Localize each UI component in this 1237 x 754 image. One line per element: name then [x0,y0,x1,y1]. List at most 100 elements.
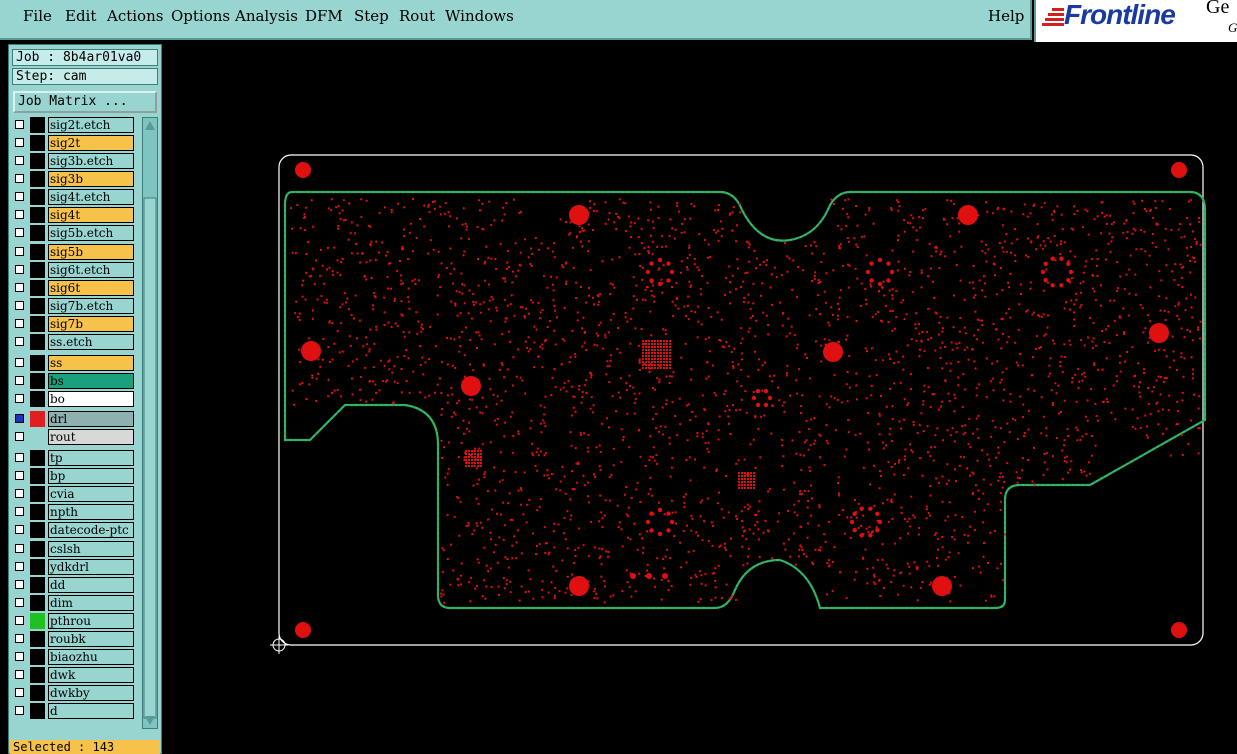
layer-row[interactable]: dd [13,577,135,593]
layer-checkbox[interactable] [15,432,24,441]
layer-checkbox[interactable] [15,358,24,367]
layer-color-swatch[interactable] [30,486,45,502]
menu-actions[interactable]: Actions [107,7,163,25]
menu-file[interactable]: File [23,7,52,25]
layer-checkbox[interactable] [15,580,24,589]
layer-name[interactable]: sig3b [48,171,134,187]
layer-checkbox[interactable] [15,301,24,310]
layer-name[interactable]: sig3b.etch [48,153,134,169]
layer-name[interactable]: d [48,703,134,719]
layer-color-swatch[interactable] [30,171,45,187]
layer-color-swatch[interactable] [30,280,45,296]
layer-color-swatch[interactable] [30,298,45,314]
layer-color-swatch[interactable] [30,207,45,223]
layer-name[interactable]: cvia [48,486,134,502]
layer-checkbox[interactable] [15,376,24,385]
layer-checkbox[interactable] [15,453,24,462]
layer-name[interactable]: pthrou [48,613,134,629]
layer-checkbox[interactable] [15,507,24,516]
layer-name[interactable]: sig5b [48,244,134,260]
layer-color-swatch[interactable] [30,373,45,389]
layer-color-swatch[interactable] [30,595,45,611]
layer-row[interactable]: biaozhu [13,649,135,665]
layer-name[interactable]: bo [48,391,134,407]
layer-row[interactable]: ss.etch [13,334,135,350]
layer-color-swatch[interactable] [30,244,45,260]
layer-color-swatch[interactable] [30,316,45,332]
layer-checkbox[interactable] [15,598,24,607]
layer-color-swatch[interactable] [30,117,45,133]
layer-name[interactable]: roubk [48,631,134,647]
layer-row[interactable]: tp [13,450,135,466]
layer-color-swatch[interactable] [30,262,45,278]
layer-checkbox[interactable] [15,337,24,346]
menu-step[interactable]: Step [354,7,389,25]
layer-checkbox[interactable] [15,192,24,201]
layer-color-swatch[interactable] [30,703,45,719]
layer-color-swatch[interactable] [30,504,45,520]
layer-row[interactable]: sig3b [13,171,135,187]
layer-row[interactable]: sig4t [13,207,135,223]
layer-row[interactable]: cvia [13,486,135,502]
menu-options[interactable]: Options [171,7,230,25]
layer-name[interactable]: sig5b.etch [48,225,134,241]
layer-checkbox[interactable] [15,616,24,625]
layer-row[interactable]: sig6t [13,280,135,296]
layer-row[interactable]: bp [13,468,135,484]
layer-row[interactable]: dim [13,595,135,611]
layer-name[interactable]: dwkby [48,685,134,701]
layer-name[interactable]: sig2t [48,135,134,151]
layer-checkbox[interactable] [15,562,24,571]
layer-row[interactable]: npth [13,504,135,520]
layer-name[interactable]: sig4t.etch [48,189,134,205]
layer-name[interactable]: npth [48,504,134,520]
menu-windows[interactable]: Windows [445,7,514,25]
layer-row[interactable]: rout [13,429,135,445]
layer-row[interactable]: sig4t.etch [13,189,135,205]
layer-color-swatch[interactable] [30,355,45,371]
layer-checkbox[interactable] [15,174,24,183]
layer-row[interactable]: sig2t.etch [13,117,135,133]
layer-checkbox[interactable] [15,156,24,165]
layer-row[interactable]: bs [13,373,135,389]
layer-checkbox[interactable] [15,228,24,237]
layer-checkbox[interactable] [15,394,24,403]
layer-checkbox[interactable] [15,319,24,328]
layer-row[interactable]: datecode-ptc [13,522,135,538]
layer-color-swatch[interactable] [30,631,45,647]
layer-color-swatch[interactable] [30,577,45,593]
layer-name[interactable]: dwk [48,667,134,683]
layer-color-swatch[interactable] [30,225,45,241]
layer-name[interactable]: cslsh [48,541,134,557]
layer-checkbox[interactable] [15,265,24,274]
job-matrix-button[interactable]: Job Matrix ... [13,91,157,113]
layer-row[interactable]: sig3b.etch [13,153,135,169]
layer-name[interactable]: dim [48,595,134,611]
layer-name[interactable]: tp [48,450,134,466]
layer-row[interactable]: bo [13,391,135,407]
layer-color-swatch[interactable] [30,411,45,427]
layer-name[interactable]: ydkdrl [48,559,134,575]
layer-row[interactable]: sig7b.etch [13,298,135,314]
layer-color-swatch[interactable] [30,559,45,575]
menu-help[interactable]: Help [988,7,1024,25]
menu-analysis[interactable]: Analysis [235,7,298,25]
layer-name[interactable]: rout [48,429,134,445]
layer-checkbox[interactable] [15,283,24,292]
layer-name[interactable]: biaozhu [48,649,134,665]
layer-name[interactable]: dd [48,577,134,593]
layer-color-swatch[interactable] [30,391,45,407]
layer-row[interactable]: ydkdrl [13,559,135,575]
layer-color-swatch[interactable] [30,153,45,169]
layer-row[interactable]: dwkby [13,685,135,701]
layer-color-swatch[interactable] [30,685,45,701]
layer-name[interactable]: sig6t.etch [48,262,134,278]
layer-color-swatch[interactable] [30,135,45,151]
layer-row[interactable]: sig5b [13,244,135,260]
layer-row[interactable]: cslsh [13,541,135,557]
layer-color-swatch[interactable] [30,541,45,557]
layer-color-swatch[interactable] [30,450,45,466]
layer-row[interactable]: sig2t [13,135,135,151]
layer-name[interactable]: drl [48,411,134,427]
layer-name[interactable]: sig7b [48,316,134,332]
